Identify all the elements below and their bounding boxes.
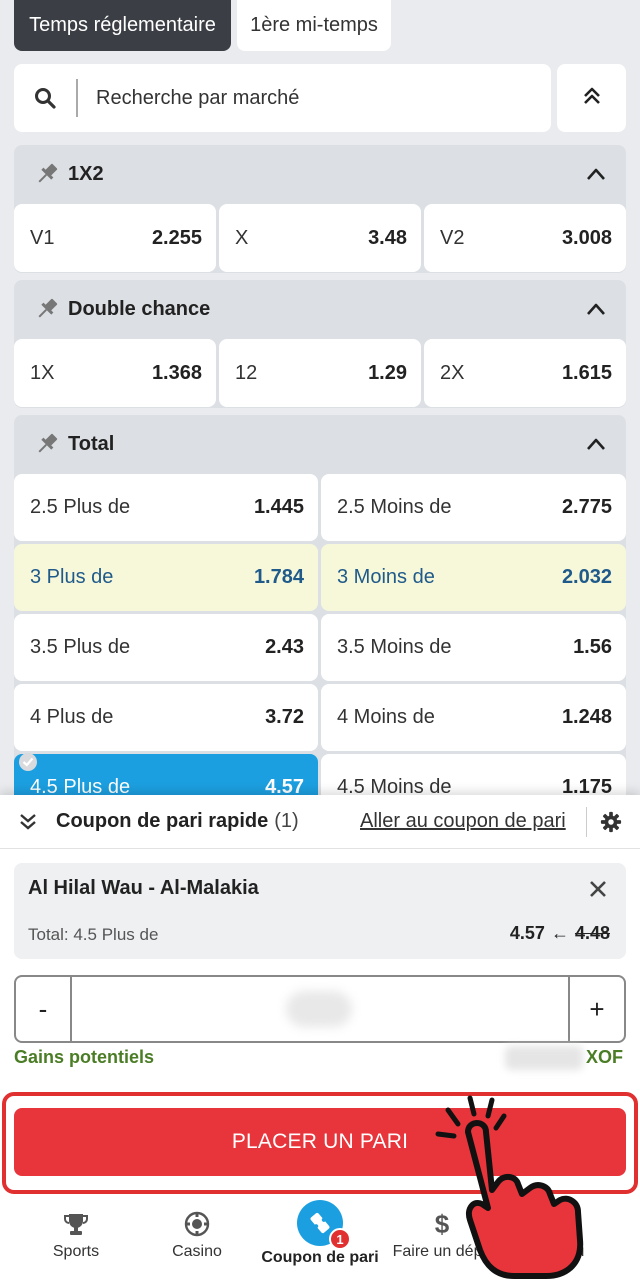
odd-cell[interactable]: 2.5 Moins de 2.775 [321,474,626,541]
odd-value: 1.784 [253,566,304,588]
odd-cell[interactable]: 2.5 Plus de 1.445 [14,474,318,541]
nav-item-casino[interactable]: Casino [147,1203,247,1280]
odd-cell[interactable]: 4 Plus de 3.72 [14,684,318,751]
odd-value: 2.032 [561,566,612,588]
odd-value: 2.775 [561,496,612,518]
pin-icon[interactable] [32,294,62,324]
go-to-coupon-link[interactable]: Aller au coupon de pari [360,810,566,833]
check-icon [18,752,38,772]
odd-value: 1.56 [573,636,612,658]
search-input[interactable] [96,86,516,110]
double-chevron-down-icon[interactable] [16,810,40,834]
nav-item-sports[interactable]: Sports [26,1203,126,1280]
odds-change: 4.57 ← 4.48 [510,923,610,944]
odd-value: 1.615 [561,361,612,384]
collapse-all-button[interactable] [557,64,626,132]
odd-value: 3.72 [265,706,304,728]
odd-value: 1.29 [368,361,407,384]
market-1x2: 1X2 V1 2.255 X 3.48 V2 3.008 [14,145,626,273]
gear-icon[interactable] [598,809,624,835]
odd-label: 2X [440,361,465,384]
trophy-icon [63,1209,89,1239]
currency-label: XOF [586,1047,624,1067]
stake-stepper: - + [14,975,626,1043]
nav-item-coupon[interactable]: 1 Coupon de pari [255,1200,385,1280]
search-divider [76,79,78,117]
odd-value: 3.008 [561,226,612,249]
chip-icon [184,1209,210,1239]
potential-winnings-label: Gains potentiels [14,1047,155,1067]
chevron-up-icon[interactable] [582,430,610,458]
pin-icon[interactable] [32,159,62,189]
odd-cell[interactable]: 4 Moins de 1.248 [321,684,626,751]
odd-value: 2.43 [265,636,304,658]
chevron-up-icon[interactable] [582,295,610,323]
odd-value: 3.48 [368,226,407,249]
stake-input[interactable] [286,991,352,1027]
odd-cell[interactable]: 2X 1.615 [424,339,626,407]
odd-label: X [235,226,249,249]
market-search-bar [14,64,551,132]
odd-label: 4 Moins de [337,706,435,728]
arrow-left-icon: ← [550,923,569,943]
header-divider [586,807,587,837]
market-header[interactable]: Double chance [14,280,626,338]
chevron-up-icon[interactable] [582,160,610,188]
selection-label: Total: 4.5 Plus de [28,925,159,944]
odd-cell[interactable]: 3.5 Plus de 2.43 [14,614,318,681]
odd-value: 1.445 [253,496,304,518]
nav-label: Sports [52,1243,100,1260]
odd-label: 4 Plus de [30,706,114,728]
odd-cell[interactable]: 12 1.29 [219,339,421,407]
tab-premiere-mi-temps[interactable]: 1ère mi-temps [237,0,391,51]
odd-cell[interactable]: 1X 1.368 [14,339,216,407]
market-header[interactable]: Total [14,415,626,473]
double-chevron-up-icon [581,85,603,112]
odd-value: 1.368 [151,361,202,384]
odd-cell[interactable]: 3 Plus de 1.784 [14,544,318,611]
search-icon[interactable] [14,86,76,110]
market-double-chance: Double chance 1X 1.368 12 1.29 2X 1.615 [14,280,626,408]
tab-temps-reglementaire[interactable]: Temps réglementaire [14,0,231,51]
increase-stake-button[interactable]: + [568,977,624,1041]
odd-label: 3.5 Plus de [30,636,131,658]
odd-label: V2 [440,226,465,249]
odd-cell[interactable]: X 3.48 [219,204,421,272]
coupon-header: Coupon de pari rapide (1) Aller au coupo… [0,795,640,849]
odd-cell[interactable]: 3 Moins de 2.032 [321,544,626,611]
odd-label: V1 [30,226,55,249]
odd-label: 3 Moins de [337,566,435,588]
odd-label: 3 Plus de [30,566,114,588]
market-title: Total [68,432,115,455]
nav-label: Casino [172,1243,222,1260]
decrease-stake-button[interactable]: - [16,977,72,1041]
market-header[interactable]: 1X2 [14,145,626,203]
market-total: Total 2.5 Plus de 1.445 2.5 Moins de 2.7… [14,415,626,821]
ticket-icon: 1 [297,1200,351,1250]
market-title: Double chance [68,297,211,320]
coupon-count: (1) [274,810,299,832]
close-icon[interactable] [586,877,610,901]
odd-cell[interactable]: V2 3.008 [424,204,626,272]
bet-selection-card: Al Hilal Wau - Al-Malakia Total: 4.5 Plu… [14,863,626,959]
odd-label: 3.5 Moins de [337,636,452,658]
odd-cell[interactable]: V1 2.255 [14,204,216,272]
odd-value: 1.248 [561,706,612,728]
odd-cell[interactable]: 3.5 Moins de 1.56 [321,614,626,681]
potential-winnings-value [505,1046,583,1070]
odd-label: 12 [235,361,258,384]
pin-icon[interactable] [32,429,62,459]
coupon-badge: 1 [329,1228,351,1250]
odd-label: 1X [30,361,55,384]
odd-value: 2.255 [151,226,202,249]
coupon-title: Coupon de pari rapide [56,810,269,832]
odd-label: 2.5 Moins de [337,496,452,518]
match-name: Al Hilal Wau - Al-Malakia [28,877,259,899]
market-title: 1X2 [68,162,104,185]
pointing-hand-icon [435,1095,584,1279]
nav-label: Coupon de pari [261,1249,379,1266]
new-odd: 4.57 [509,923,545,943]
odd-label: 2.5 Plus de [30,496,131,518]
old-odd: 4.48 [574,923,610,943]
